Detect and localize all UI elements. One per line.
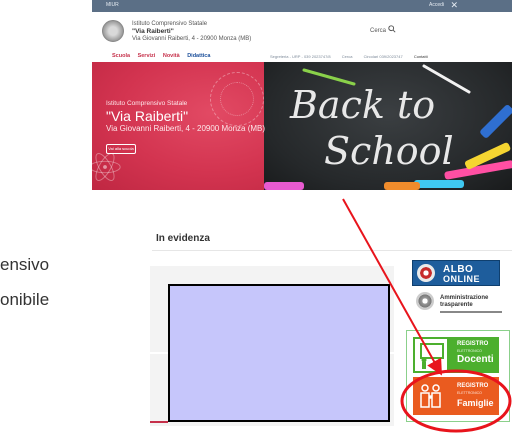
- amm-label-2: trasparente: [440, 302, 473, 308]
- chalk-text-line1: Back to: [289, 83, 435, 127]
- main-nav: Scuola Servizi Novità Didattica: [112, 53, 216, 59]
- section-divider: [152, 250, 512, 251]
- hero-school-address: Via Giovanni Raiberti, 4 - 20900 Monza (…: [106, 124, 266, 133]
- site-header: Istituto Comprensivo Statale "Via Raiber…: [92, 12, 512, 62]
- docenti-label-3: Docenti: [457, 354, 494, 365]
- search-link[interactable]: Cerca: [370, 28, 386, 34]
- search-icon[interactable]: [388, 25, 396, 35]
- famiglie-label-1: REGISTRO: [457, 383, 489, 389]
- card-accent-bar: [150, 421, 168, 423]
- login-link[interactable]: Accedi: [429, 2, 444, 8]
- nav-item-servizi[interactable]: Servizi: [138, 53, 156, 59]
- decorative-ring-inner: [220, 82, 254, 116]
- chalk-text-line2: School: [324, 129, 454, 173]
- back-to-school-image: Back to School: [264, 62, 512, 190]
- republic-emblem-gray-icon: [416, 292, 434, 310]
- albo-label-2: ONLINE: [443, 274, 481, 284]
- left-cut-text-1: ensivo: [0, 255, 50, 274]
- hero-school-name: "Via Raiberti": [106, 108, 189, 124]
- top-bar: MIUR Accedi ✕: [92, 0, 512, 12]
- docenti-label-1: REGISTRO: [457, 341, 489, 347]
- docenti-label-2: ELETTRONICO: [457, 349, 482, 353]
- albo-online-banner[interactable]: ALBO ONLINE: [412, 260, 500, 286]
- school-name[interactable]: "Via Raiberti": [132, 28, 174, 35]
- hero-school-type: Istituto Comprensivo Statale: [106, 100, 188, 107]
- amm-underline: [440, 311, 502, 313]
- hero-cta-button[interactable]: Vai alla scuola: [106, 144, 136, 154]
- nav-item-didattica[interactable]: Didattica: [187, 53, 210, 59]
- redaction-box: [168, 284, 390, 422]
- amm-label-1: Amministrazione: [440, 295, 489, 301]
- famiglie-label-3: Famiglie: [457, 398, 494, 408]
- registro-docenti-button[interactable]: REGISTRO ELETTRONICO Docenti: [413, 337, 499, 373]
- registro-famiglie-button[interactable]: REGISTRO ELETTRONICO Famiglie: [413, 377, 499, 415]
- famiglie-label-2: ELETTRONICO: [457, 391, 482, 395]
- utility-links: Segreteria - URP - 039 2023747/8 Cerca C…: [270, 54, 438, 59]
- utility-segreteria[interactable]: Segreteria - URP - 039 2023747/8: [270, 54, 331, 59]
- utility-cerca[interactable]: Cerca: [342, 54, 353, 59]
- utility-contatti[interactable]: Contatti: [414, 54, 428, 59]
- school-type: Istituto Comprensivo Statale: [132, 21, 208, 27]
- amministrazione-trasparente-banner[interactable]: Amministrazione trasparente: [414, 290, 504, 318]
- left-cut-text-2: onibile: [0, 290, 50, 309]
- nav-item-scuola[interactable]: Scuola: [112, 53, 130, 59]
- teacher-blackboard-icon: [415, 339, 447, 371]
- section-title-evidenza: In evidenza: [156, 233, 210, 244]
- italian-republic-emblem-icon[interactable]: [102, 20, 124, 42]
- utility-circolari[interactable]: Circolari 039/2023747: [364, 54, 403, 59]
- nav-item-novita[interactable]: Novità: [163, 53, 180, 59]
- family-icon: [415, 380, 447, 412]
- republic-emblem-icon: [417, 264, 435, 282]
- top-bar-label[interactable]: MIUR: [106, 2, 119, 8]
- chalkboard-illustration: Back to School: [264, 64, 512, 190]
- school-address: Via Giovanni Raiberti, 4 - 20900 Monza (…: [132, 36, 252, 42]
- close-icon[interactable]: ✕: [450, 0, 458, 10]
